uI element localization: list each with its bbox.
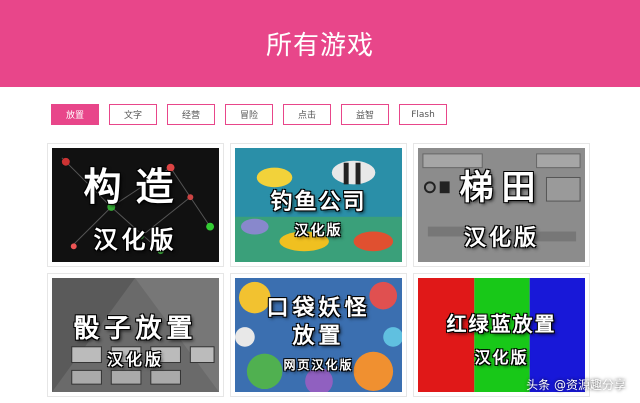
page-header: 所有游戏 (0, 0, 640, 87)
game-subtitle: 汉化版 (463, 226, 539, 251)
filter-puzzle[interactable]: 益智 (341, 104, 389, 125)
game-card-pokemon-idle[interactable]: 口袋妖怪 放置 网页汉化版 (230, 273, 407, 397)
game-thumbnail: 红绿蓝放置 汉化版 (418, 278, 585, 392)
filter-management[interactable]: 经营 (167, 104, 215, 125)
game-subtitle: 网页汉化版 (283, 358, 354, 372)
game-card-dice-idle[interactable]: 骰子放置 汉化版 (47, 273, 224, 397)
game-thumbnail: 梯田 汉化版 (418, 148, 585, 262)
filter-adventure[interactable]: 冒险 (225, 104, 273, 125)
game-title: 梯田 (459, 168, 544, 208)
game-thumbnail: 骰子放置 汉化版 (52, 278, 219, 392)
game-card-fishing-inc[interactable]: 钓鱼公司 汉化版 (230, 143, 407, 267)
game-title: 骰子放置 (73, 314, 198, 344)
game-card-construct[interactable]: 构造 汉化版 (47, 143, 224, 267)
game-title: 红绿蓝放置 (446, 312, 557, 336)
game-title-line2: 放置 (292, 324, 345, 349)
game-subtitle: 汉化版 (106, 350, 164, 369)
game-title: 构造 (83, 165, 188, 209)
page-title: 所有游戏 (265, 31, 374, 61)
game-thumbnail: 钓鱼公司 汉化版 (235, 148, 402, 262)
game-grid: 构造 汉化版 钓鱼公司 汉化版 梯田 汉化版 骰子放置 汉化版 口袋妖怪 放置 … (47, 143, 593, 403)
filter-idle[interactable]: 放置 (51, 104, 99, 125)
game-title: 钓鱼公司 (270, 190, 367, 215)
filter-click[interactable]: 点击 (283, 104, 331, 125)
game-thumbnail: 口袋妖怪 放置 网页汉化版 (235, 278, 402, 392)
filter-text[interactable]: 文字 (109, 104, 157, 125)
game-card-terraces[interactable]: 梯田 汉化版 (413, 143, 590, 267)
watermark: 头条 @资源趣分享 (526, 378, 626, 392)
game-thumbnail: 构造 汉化版 (52, 148, 219, 262)
filter-flash[interactable]: Flash (399, 104, 447, 125)
game-subtitle: 汉化版 (294, 223, 343, 239)
game-subtitle: 汉化版 (474, 348, 529, 367)
game-subtitle: 汉化版 (93, 226, 178, 254)
filter-bar: 放置 文字 经营 冒险 点击 益智 Flash (51, 104, 457, 125)
